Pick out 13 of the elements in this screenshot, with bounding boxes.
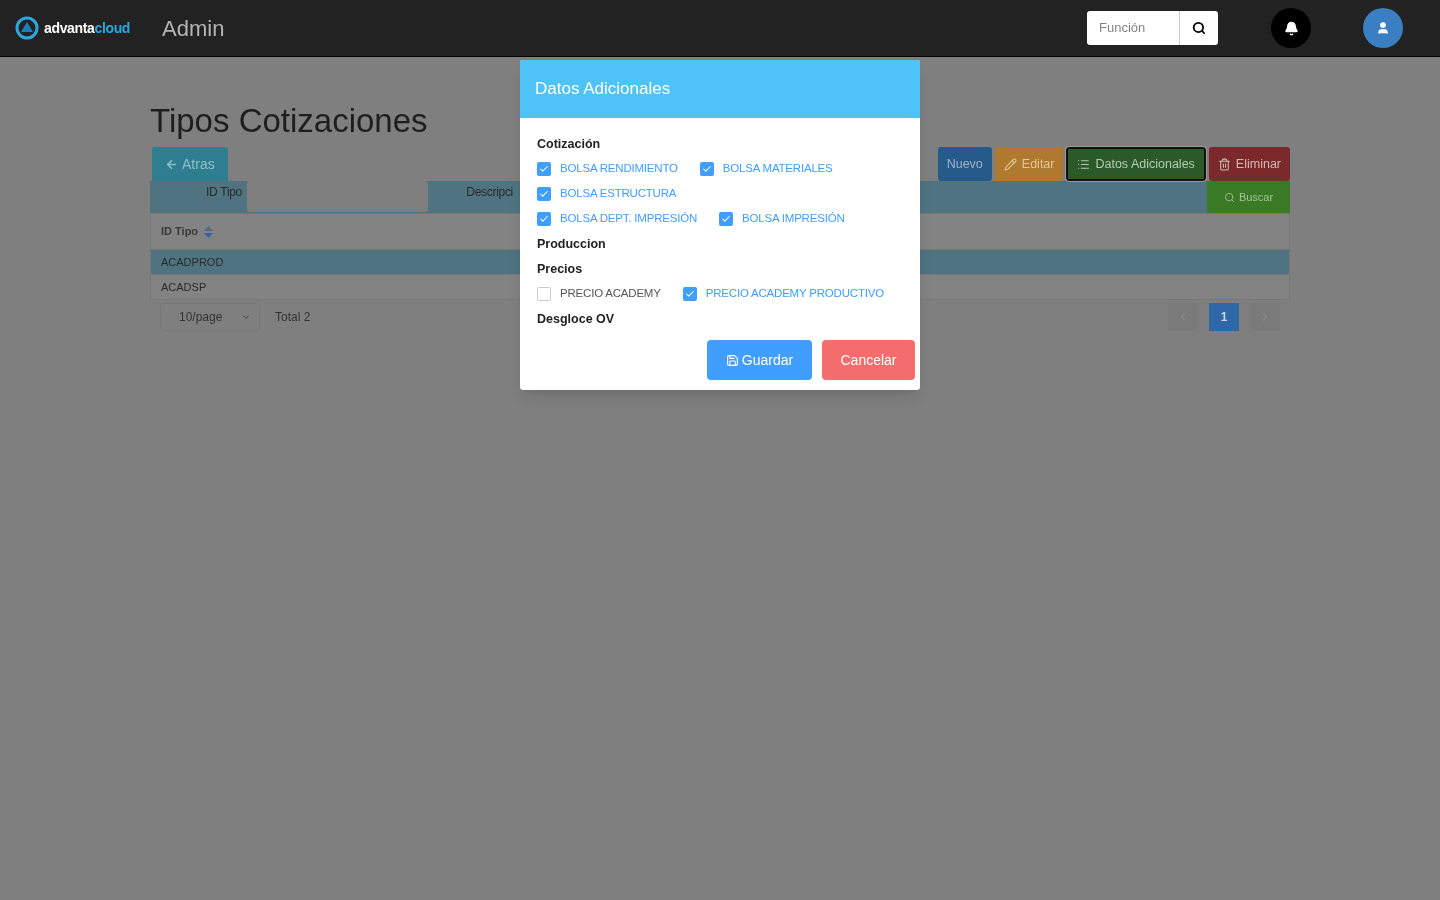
table-cell-text: ACADSP xyxy=(161,279,207,295)
brand-name: advantacloud xyxy=(44,18,131,38)
section-title: Desgloce OV xyxy=(537,311,615,328)
table-cell-text: ACADPROD xyxy=(161,254,224,270)
page-title: Tipos Cotizaciones xyxy=(150,101,428,141)
filter-label: Descripci xyxy=(465,184,514,201)
total-count: Total 2 xyxy=(275,309,311,326)
section-title: Precios xyxy=(537,261,583,278)
section-title: Cotización xyxy=(537,136,601,153)
filter-label: ID Tipo xyxy=(205,184,243,201)
app-title: Admin xyxy=(162,14,225,43)
dialog-title: Datos Adicionales xyxy=(535,78,671,101)
section-title: Produccion xyxy=(537,236,606,253)
